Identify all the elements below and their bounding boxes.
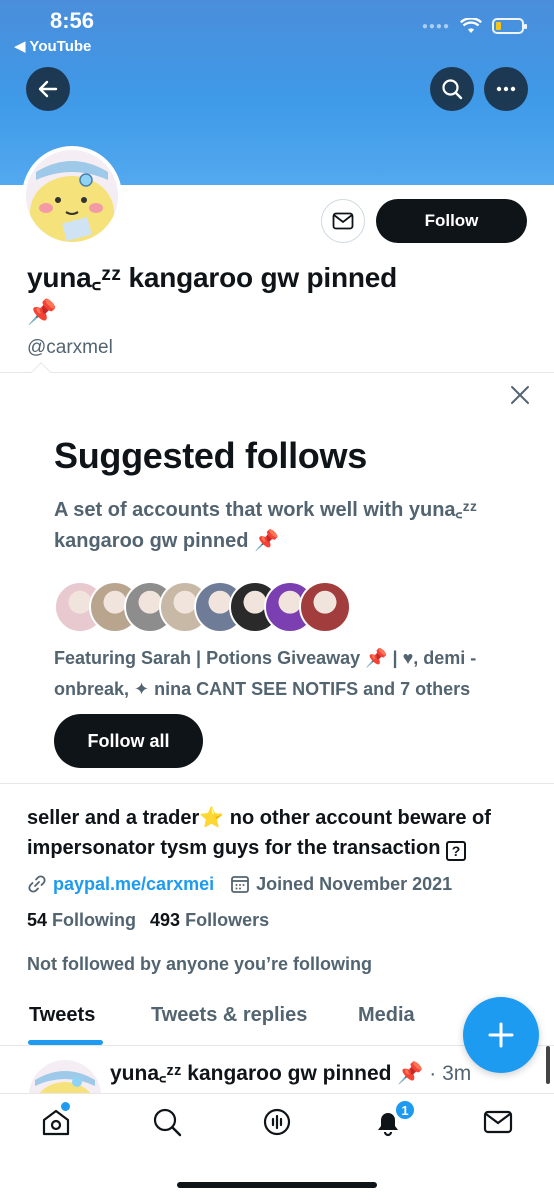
profile-bio: seller and a trader⭐ no other account be… [27, 803, 537, 863]
suggested-account-avatar[interactable] [299, 581, 351, 633]
plus-icon [488, 1022, 514, 1048]
profile-link[interactable]: paypal.me/carxmei [53, 874, 214, 895]
bio-end-glyph: ? [445, 841, 466, 861]
more-horizontal-icon [496, 86, 516, 92]
arrow-left-icon [38, 80, 58, 98]
followers-label: Followers [185, 910, 270, 930]
tweet-author-name: yuna꜀ᶻᶻ kangaroo gw pinned 📌 [110, 1062, 424, 1085]
back-button[interactable] [26, 67, 70, 111]
back-to-app-link[interactable]: ◀ YouTube [14, 37, 91, 55]
tab-tweets[interactable]: Tweets [29, 1004, 95, 1027]
battery-icon [492, 18, 527, 34]
panel-caret [31, 362, 51, 382]
suggested-featuring-text: Featuring Sarah | Potions Giveaway 📌 | ♥… [54, 648, 477, 699]
link-icon [28, 875, 46, 893]
envelope-icon [332, 212, 354, 230]
followers-count: 493 [150, 910, 181, 930]
calendar-icon [231, 876, 250, 893]
notification-count-badge: 1 [394, 1099, 416, 1121]
follow-button[interactable]: Follow [376, 199, 527, 243]
not-followed-notice: Not followed by anyone you’re following [27, 954, 373, 974]
tweet-avatar[interactable] [29, 1060, 101, 1093]
active-tab-indicator [28, 1040, 103, 1045]
follow-all-button[interactable]: Follow all [54, 714, 203, 768]
status-time: 8:56 [50, 8, 95, 33]
compose-tweet-button[interactable] [463, 997, 539, 1073]
profile-avatar[interactable] [22, 146, 122, 246]
tweet-time: · 3m [429, 1062, 472, 1085]
suggested-follows-panel: Suggested follows A set of accounts that… [0, 362, 554, 784]
tab-media[interactable]: Media [358, 1004, 415, 1027]
following-label: Following [52, 910, 137, 930]
follow-counts: 54 Following 493 Followers [27, 910, 269, 931]
display-name-pin-emoji: 📌 [27, 299, 57, 326]
tweet-author: yuna꜀ᶻᶻ kangaroo gw pinned 📌 · 3m [110, 1059, 471, 1087]
followers-count-link[interactable]: 493 Followers [150, 910, 269, 931]
bottom-nav: 1 [0, 1093, 554, 1200]
suggested-follows-title: Suggested follows [54, 435, 367, 476]
profile-handle: @carxmel [27, 337, 113, 358]
explore-search-icon[interactable] [151, 1106, 183, 1138]
home-indicator-bar[interactable] [177, 1182, 377, 1188]
search-button[interactable] [430, 67, 474, 111]
cellular-signal-icon: ●●●● [421, 20, 450, 32]
search-icon [442, 79, 463, 100]
home-icon[interactable] [40, 1106, 72, 1138]
more-options-button[interactable] [484, 67, 528, 111]
profile-meta: paypal.me/carxmei Joined November 2021 [27, 870, 452, 898]
wifi-icon [460, 18, 482, 33]
display-name: yuna꜀ᶻᶻ kangaroo gw pinned [27, 262, 398, 293]
close-icon[interactable] [509, 384, 531, 406]
following-count-link[interactable]: 54 Following [27, 910, 136, 931]
spaces-icon[interactable] [261, 1106, 293, 1138]
status-icons: ●●●● [421, 18, 527, 34]
tab-tweets-and-replies[interactable]: Tweets & replies [151, 1004, 307, 1027]
suggested-follows-description: A set of accounts that work well with yu… [54, 499, 477, 552]
scrollbar-thumb[interactable] [546, 1046, 550, 1084]
following-count: 54 [27, 910, 48, 930]
message-button[interactable] [321, 199, 365, 243]
home-unread-dot [61, 1102, 70, 1111]
bio-text: seller and a trader⭐ no other account be… [27, 807, 491, 859]
messages-envelope-icon[interactable] [482, 1106, 514, 1138]
avatar-image [26, 150, 118, 242]
joined-date: Joined November 2021 [256, 873, 453, 894]
